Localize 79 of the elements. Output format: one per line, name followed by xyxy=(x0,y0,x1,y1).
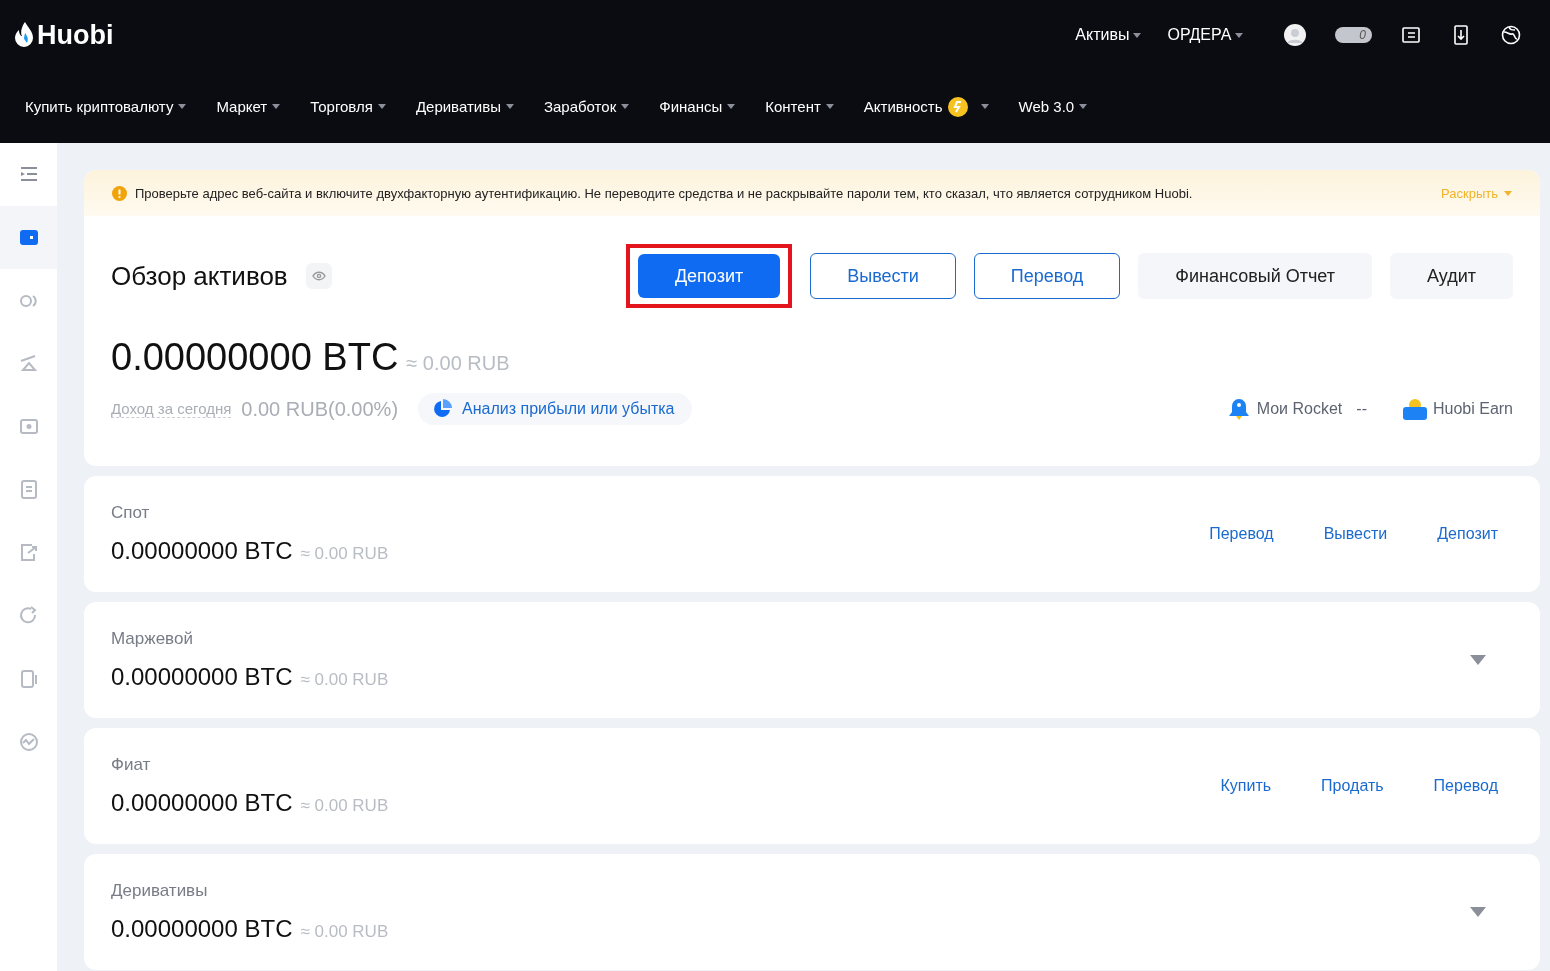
caret-icon xyxy=(505,104,514,109)
wallet-icon xyxy=(1402,398,1427,420)
pnl-link[interactable]: Анализ прибыли или убытка xyxy=(418,393,693,425)
action-link[interactable]: Перевод xyxy=(1209,525,1274,543)
fiat-value: ≈ 0.00 RUB xyxy=(300,796,389,816)
notice-text: Проверьте адрес веб-сайта и включите двухфакторную аутентификацию. Не переводите средства и не раскрывайте пароли тем, кто сказал, что является сотрудником Huobi. xyxy=(135,185,1194,201)
rocket-value: -- xyxy=(1356,400,1367,418)
caret-icon xyxy=(1079,104,1088,109)
account-balance: 0.00000000 BTC xyxy=(111,915,293,943)
caret-icon xyxy=(1504,190,1512,196)
pie-chart-icon xyxy=(432,399,453,419)
account-balance: 0.00000000 BTC xyxy=(111,789,293,817)
gauge-icon[interactable] xyxy=(19,732,38,751)
bell-icon xyxy=(1226,397,1251,421)
nav-item[interactable]: Маркет xyxy=(216,98,281,115)
caret-icon xyxy=(980,104,989,109)
nav-item[interactable]: Контент xyxy=(765,98,834,115)
action-button[interactable]: Финансовый Отчет xyxy=(1138,253,1372,299)
avatar-icon[interactable] xyxy=(1283,23,1308,47)
coin-icon xyxy=(947,96,968,117)
caret-icon xyxy=(272,104,281,109)
nav-item[interactable]: Деривативы xyxy=(415,98,514,115)
action-link[interactable]: Вывести xyxy=(1323,525,1388,543)
caret-icon xyxy=(621,104,630,109)
export-icon[interactable] xyxy=(20,543,37,561)
caret-icon xyxy=(1235,32,1244,38)
globe-icon[interactable] xyxy=(1500,24,1522,46)
caret-icon[interactable] xyxy=(1470,907,1486,917)
eye-icon[interactable] xyxy=(305,263,332,289)
toggle-badge[interactable]: 0 xyxy=(1335,27,1372,43)
caret-icon xyxy=(178,104,187,109)
today-value: 0.00 RUB(0.00%) xyxy=(241,397,399,421)
menu-icon[interactable] xyxy=(19,166,38,181)
refresh-icon[interactable] xyxy=(19,605,37,623)
brand-logo[interactable]: Huobi xyxy=(14,19,114,51)
fiat-value: ≈ 0.00 RUB xyxy=(300,544,389,564)
today-label: Доход за сегодня xyxy=(111,400,232,418)
account-name: Фиат xyxy=(111,755,152,775)
list-icon[interactable] xyxy=(1400,24,1422,46)
action-button[interactable]: Перевод xyxy=(973,253,1121,299)
action-button[interactable]: Депозит xyxy=(637,254,781,298)
earn-label[interactable]: Huobi Earn xyxy=(1432,400,1513,418)
top-menu-item[interactable]: Активы xyxy=(1075,26,1142,44)
total-balance: 0.00000000 BTC xyxy=(111,336,399,379)
action-button[interactable]: Вывести xyxy=(810,253,956,299)
account-name: Деривативы xyxy=(111,881,209,901)
account-balance: 0.00000000 BTC xyxy=(111,537,293,565)
warning-icon xyxy=(112,185,127,201)
action-link[interactable]: Депозит xyxy=(1437,525,1498,543)
caret-icon xyxy=(727,104,736,109)
nav-item[interactable]: Web 3.0 xyxy=(1018,98,1088,115)
caret-icon xyxy=(825,104,834,109)
account-name: Спот xyxy=(111,503,151,523)
top-menu-item[interactable]: ОРДЕРА xyxy=(1167,26,1244,44)
caret-icon[interactable] xyxy=(1470,655,1486,665)
banknote-icon[interactable] xyxy=(19,418,38,434)
device-icon[interactable] xyxy=(20,669,37,688)
nav-item[interactable]: Активность xyxy=(863,96,989,117)
page-title: Обзор активов xyxy=(111,260,288,292)
caret-icon xyxy=(1133,32,1142,38)
caret-icon xyxy=(377,104,386,109)
circles-icon[interactable] xyxy=(19,294,37,307)
fiat-value: ≈ 0.00 RUB xyxy=(300,922,389,942)
nav-item[interactable]: Заработок xyxy=(543,98,630,115)
nav-item[interactable]: Финансы xyxy=(659,98,736,115)
nav-item[interactable]: Купить криптовалюту xyxy=(25,98,187,115)
nav-item[interactable]: Торговля xyxy=(310,98,386,115)
account-name: Маржевой xyxy=(111,629,194,649)
wallet-icon[interactable] xyxy=(19,229,38,245)
action-link[interactable]: Перевод xyxy=(1433,777,1498,795)
fiat-value: ≈ 0.00 RUB xyxy=(406,352,510,375)
account-balance: 0.00000000 BTC xyxy=(111,663,293,691)
lamp-icon[interactable] xyxy=(19,354,37,371)
action-link[interactable]: Купить xyxy=(1220,777,1272,795)
action-button[interactable]: Аудит xyxy=(1390,253,1513,299)
fiat-value: ≈ 0.00 RUB xyxy=(300,670,389,690)
rocket-label[interactable]: Мои Rocket xyxy=(1256,400,1343,418)
document-icon[interactable] xyxy=(20,479,37,499)
action-link[interactable]: Продать xyxy=(1321,777,1384,795)
